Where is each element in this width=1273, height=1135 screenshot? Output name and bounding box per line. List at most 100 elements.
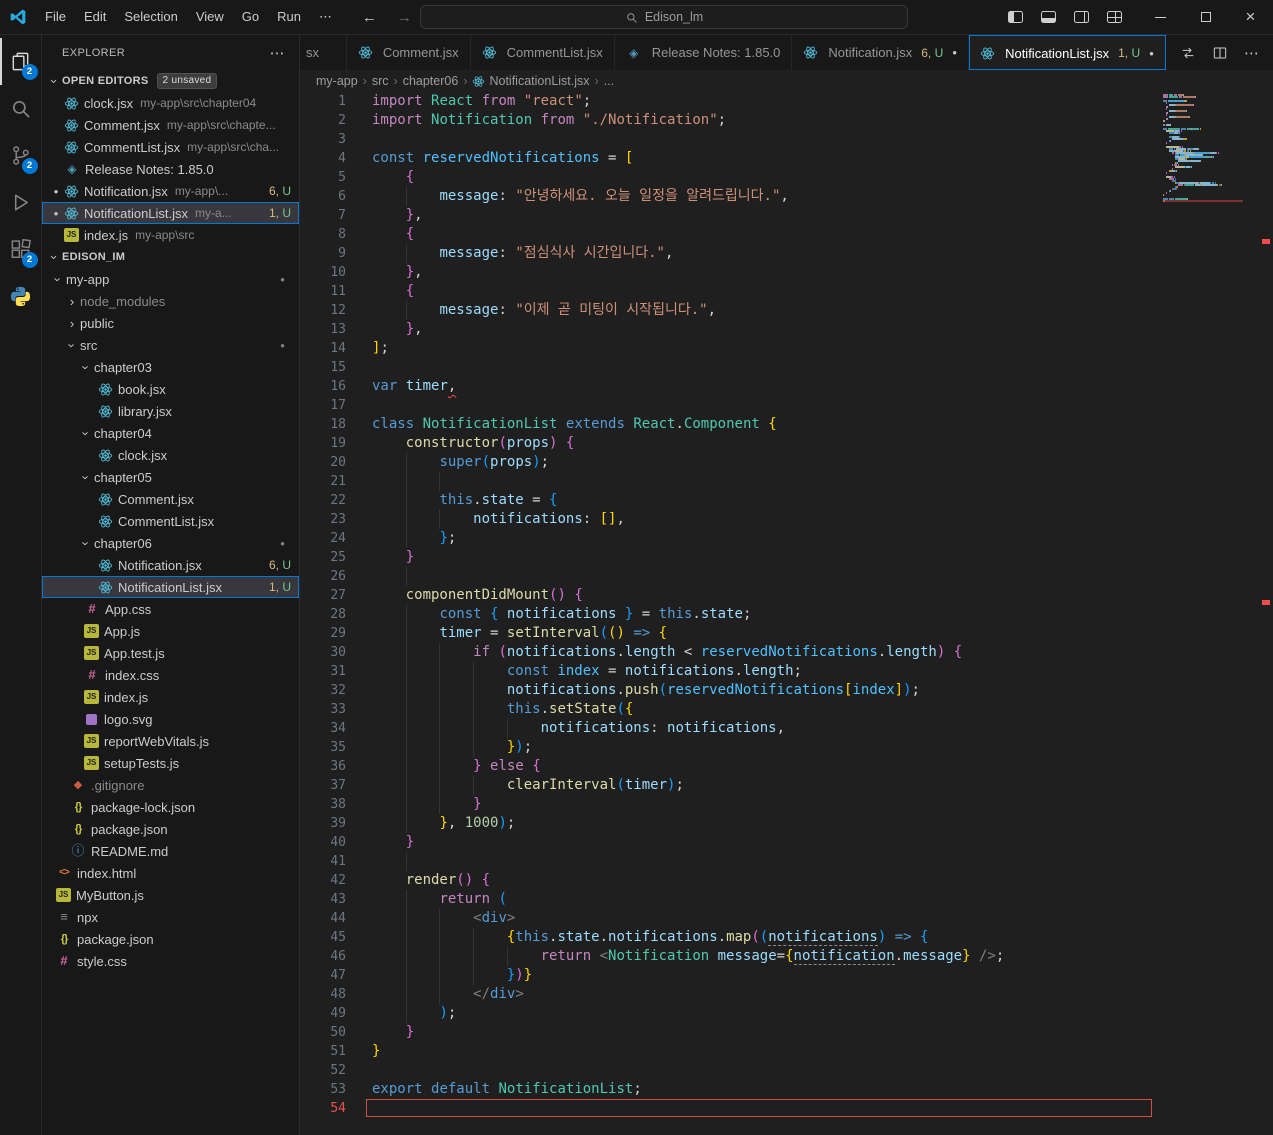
activity-extensions[interactable]: 2 — [0, 226, 42, 273]
code-line-52[interactable]: 52 — [300, 1061, 1273, 1080]
file-App.js[interactable]: JS App.js — [42, 620, 299, 642]
file-style.css[interactable]: # style.css — [42, 950, 299, 972]
code-line-44[interactable]: 44 <div> — [300, 909, 1273, 928]
code-line-38[interactable]: 38 } — [300, 795, 1273, 814]
file-index.html[interactable]: <> index.html — [42, 862, 299, 884]
split-editor-icon[interactable] — [1212, 45, 1228, 61]
code-line-42[interactable]: 42 render() { — [300, 871, 1273, 890]
code-line-3[interactable]: 3 — [300, 130, 1273, 149]
code-line-9[interactable]: 9 message: "점심식사 시간입니다.", — [300, 244, 1273, 263]
menu-file[interactable]: File — [36, 5, 75, 29]
folder-my-app[interactable]: › my-app ● — [42, 268, 299, 290]
file-App.test.js[interactable]: JS App.test.js — [42, 642, 299, 664]
open-editor-clock.jsx[interactable]: clock.jsx my-app\src\chapter04 — [42, 92, 299, 114]
file-Comment.jsx[interactable]: Comment.jsx — [42, 488, 299, 510]
activity-python[interactable] — [0, 273, 42, 320]
customize-layout-icon[interactable] — [1107, 11, 1122, 23]
file-package-lock.json[interactable]: {} package-lock.json — [42, 796, 299, 818]
file-App.css[interactable]: # App.css — [42, 598, 299, 620]
menu-view[interactable]: View — [187, 5, 233, 29]
views-more-actions-icon[interactable]: ⋯ — [270, 44, 285, 62]
code-line-43[interactable]: 43 return ( — [300, 890, 1273, 909]
code-line-23[interactable]: 23 notifications: [], — [300, 510, 1273, 529]
folder-node_modules[interactable]: › node_modules — [42, 290, 299, 312]
breadcrumb-...[interactable]: ... — [604, 74, 614, 88]
code-line-27[interactable]: 27 componentDidMount() { — [300, 586, 1273, 605]
toggle-secondary-sidebar-icon[interactable] — [1074, 11, 1089, 23]
activity-explorer[interactable]: 2 — [0, 38, 42, 85]
code-line-45[interactable]: 45 {this.state.notifications.map((notifi… — [300, 928, 1273, 947]
tab-Comment.jsx[interactable]: Comment.jsx — [346, 35, 471, 70]
menu-go[interactable]: Go — [233, 5, 268, 29]
code-line-30[interactable]: 30 if (notifications.length < reservedNo… — [300, 643, 1273, 662]
file-NotificationList.jsx[interactable]: NotificationList.jsx 1, U — [42, 576, 299, 598]
code-line-40[interactable]: 40 } — [300, 833, 1273, 852]
tab-Release Notes: 1.85.0[interactable]: ◈ Release Notes: 1.85.0 — [614, 35, 793, 70]
code-line-34[interactable]: 34 notifications: notifications, — [300, 719, 1273, 738]
close-button[interactable]: × — [1228, 0, 1273, 35]
code-line-16[interactable]: 16 var timer, — [300, 377, 1273, 396]
breadcrumb-chapter06[interactable]: chapter06 — [403, 74, 459, 88]
folder-chapter06[interactable]: › chapter06 ● — [42, 532, 299, 554]
code-line-2[interactable]: 2 import Notification from "./Notificatio… — [300, 111, 1273, 130]
code-line-6[interactable]: 6 message: "안녕하세요. 오늘 일정을 알려드립니다.", — [300, 187, 1273, 206]
code-line-41[interactable]: 41 — [300, 852, 1273, 871]
tab-NotificationList.jsx[interactable]: NotificationList.jsx 1, U ● — [969, 35, 1166, 70]
code-line-50[interactable]: 50 } — [300, 1023, 1273, 1042]
open-editor-Release Notes: 1.85.0[interactable]: ◈ Release Notes: 1.85.0 — [42, 158, 299, 180]
code-line-32[interactable]: 32 notifications.push(reservedNotificati… — [300, 681, 1273, 700]
file-package.json[interactable]: {} package.json — [42, 818, 299, 840]
code-line-13[interactable]: 13 }, — [300, 320, 1273, 339]
file-README.md[interactable]: ⓘ README.md — [42, 840, 299, 862]
command-center[interactable]: Edison_lm — [420, 5, 908, 29]
file-library.jsx[interactable]: library.jsx — [42, 400, 299, 422]
file-index.js[interactable]: JS index.js — [42, 686, 299, 708]
open-changes-icon[interactable] — [1180, 45, 1196, 61]
code-line-25[interactable]: 25 } — [300, 548, 1273, 567]
more-actions-icon[interactable]: ⋯ — [1244, 44, 1259, 62]
toggle-panel-icon[interactable] — [1041, 11, 1056, 23]
folder-chapter04[interactable]: › chapter04 — [42, 422, 299, 444]
code-line-15[interactable]: 15 — [300, 358, 1273, 377]
code-line-4[interactable]: 4 const reservedNotifications = [ — [300, 149, 1273, 168]
code-line-37[interactable]: 37 clearInterval(timer); — [300, 776, 1273, 795]
code-line-46[interactable]: 46 return <Notification message={notific… — [300, 947, 1273, 966]
file-index.css[interactable]: # index.css — [42, 664, 299, 686]
code-line-1[interactable]: 1 import React from "react"; — [300, 92, 1273, 111]
overview-ruler[interactable] — [1259, 92, 1273, 1135]
menu-edit[interactable]: Edit — [75, 5, 115, 29]
activity-search[interactable] — [0, 85, 42, 132]
code-line-14[interactable]: 14]; — [300, 339, 1273, 358]
code-line-36[interactable]: 36 } else { — [300, 757, 1273, 776]
file-Notification.jsx[interactable]: Notification.jsx 6, U — [42, 554, 299, 576]
file-package.json[interactable]: {} package.json — [42, 928, 299, 950]
open-editors-header[interactable]: › OPEN EDITORS 2 unsaved — [42, 70, 299, 92]
open-editor-index.js[interactable]: JS index.js my-app\src — [42, 224, 299, 246]
tab-CommentList.jsx[interactable]: CommentList.jsx — [470, 35, 615, 70]
workspace-header[interactable]: › EDISON_IM — [42, 246, 299, 268]
file-CommentList.jsx[interactable]: CommentList.jsx — [42, 510, 299, 532]
minimap[interactable] — [1163, 94, 1259, 202]
folder-public[interactable]: › public — [42, 312, 299, 334]
editor-code[interactable]: 1 import React from "react"; 2 import Notif… — [300, 92, 1273, 1135]
code-line-20[interactable]: 20 super(props); — [300, 453, 1273, 472]
code-line-47[interactable]: 47 })} — [300, 966, 1273, 985]
code-line-7[interactable]: 7 }, — [300, 206, 1273, 225]
tab-Notification.jsx[interactable]: Notification.jsx 6, U ● — [792, 35, 970, 70]
code-line-8[interactable]: 8 { — [300, 225, 1273, 244]
code-line-48[interactable]: 48 </div> — [300, 985, 1273, 1004]
code-line-11[interactable]: 11 { — [300, 282, 1273, 301]
code-line-54[interactable]: 54 — [300, 1099, 1273, 1118]
code-line-24[interactable]: 24 }; — [300, 529, 1273, 548]
code-line-29[interactable]: 29 timer = setInterval(() => { — [300, 624, 1273, 643]
file-.gitignore[interactable]: ◆ .gitignore — [42, 774, 299, 796]
folder-src[interactable]: › src ● — [42, 334, 299, 356]
breadcrumb-my-app[interactable]: my-app — [316, 74, 358, 88]
file-logo.svg[interactable]: logo.svg — [42, 708, 299, 730]
breadcrumb-src[interactable]: src — [372, 74, 389, 88]
code-line-5[interactable]: 5 { — [300, 168, 1273, 187]
open-editor-NotificationList.jsx[interactable]: ● NotificationList.jsx my-a... 1, U — [42, 202, 299, 224]
code-line-22[interactable]: 22 this.state = { — [300, 491, 1273, 510]
file-book.jsx[interactable]: book.jsx — [42, 378, 299, 400]
tab-sx[interactable]: sx — [300, 35, 347, 70]
